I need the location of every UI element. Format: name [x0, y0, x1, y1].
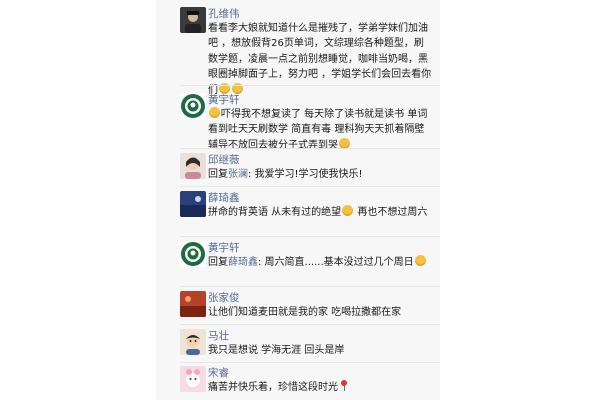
- comment-author[interactable]: 马壮: [208, 329, 229, 343]
- comment-author[interactable]: 孔维伟: [208, 7, 240, 21]
- comment-text: 回复张澜: 我爱学习!学习使我快乐!: [208, 167, 433, 182]
- comment-text: 吓得我不想复读了 每天除了读书就是读书 单词看到吐天天刷数学 简直有毒 理科狗天…: [208, 107, 433, 153]
- comment-body: : 我爱学习!学习使我快乐!: [248, 169, 363, 180]
- comment-body: 吓得我不想复读了 每天除了读书就是读书 单词看到吐天天刷数学 简直有毒 理科狗天…: [208, 109, 428, 151]
- comments-panel: 孔维伟 看看李大娘就知道什么是摧残了，学弟学妹们加油吧 ，想放假背26页单词，文…: [156, 0, 440, 400]
- comment-text: 看看李大娘就知道什么是摧残了，学弟学妹们加油吧 ，想放假背26页单词，文综理综各…: [208, 21, 433, 98]
- comment-text: 回复薛琦鑫: 周六简直......基本没过过几个周日: [208, 255, 433, 270]
- avatar[interactable]: [180, 191, 206, 217]
- avatar[interactable]: [180, 7, 206, 33]
- comment-author[interactable]: 邱继薇: [208, 153, 240, 167]
- avatar-cartoon-icon: [180, 329, 206, 355]
- reply-prefix: 回复: [208, 257, 228, 268]
- divider: [180, 362, 440, 363]
- avatar[interactable]: [180, 153, 206, 179]
- comment-text: 痛苦并快乐着，珍惜这段时光: [208, 380, 433, 395]
- divider: [180, 286, 440, 287]
- comment-body-end: 再也不想过周六: [354, 207, 428, 218]
- comment-item: 薛琦鑫 拼命的背英语 从未有过的绝望 再也不想过周六: [156, 191, 440, 237]
- avatar[interactable]: [180, 291, 206, 317]
- red-field-icon: [180, 291, 206, 317]
- divider: [180, 85, 440, 86]
- comment-item: 宋睿 痛苦并快乐着，珍惜这段时光: [156, 366, 440, 400]
- avatar[interactable]: [180, 241, 206, 267]
- comment-item: 孔维伟 看看李大娘就知道什么是摧残了，学弟学妹们加油吧 ，想放假背26页单词，文…: [156, 7, 440, 96]
- comment-text: 我只是想说 学海无涯 回头是岸: [208, 343, 433, 358]
- comment-item: 马壮 我只是想说 学海无涯 回头是岸: [156, 329, 440, 363]
- divider: [180, 186, 440, 187]
- reply-target[interactable]: 薛琦鑫: [228, 257, 258, 268]
- divider: [180, 148, 440, 149]
- avatar-person-dark-icon: [180, 7, 206, 33]
- starbucks-logo-icon: [180, 93, 206, 119]
- comment-item: 邱继薇 回复张澜: 我爱学习!学习使我快乐!: [156, 153, 440, 187]
- avatar[interactable]: [180, 329, 206, 355]
- avatar-girl-icon: [180, 153, 206, 179]
- comment-item: 黄宇轩 吓得我不想复读了 每天除了读书就是读书 单词看到吐天天刷数学 简直有毒 …: [156, 93, 440, 151]
- comment-body: 让他们知道麦田就是我的家 吃喝拉撒都在家: [208, 307, 402, 318]
- divider: [180, 236, 440, 237]
- comment-author[interactable]: 宋睿: [208, 366, 229, 380]
- pink-cartoon-icon: [180, 366, 206, 392]
- comment-text: 让他们知道麦田就是我的家 吃喝拉撒都在家: [208, 305, 433, 320]
- comment-author[interactable]: 薛琦鑫: [208, 191, 240, 205]
- avatar[interactable]: [180, 366, 206, 392]
- blue-scene-icon: [180, 191, 206, 217]
- comment-body-start: 拼命的背英语 从未有过的绝望: [208, 207, 342, 218]
- comment-body: 我只是想说 学海无涯 回头是岸: [208, 345, 345, 356]
- avatar[interactable]: [180, 93, 206, 119]
- comment-item: 黄宇轩 回复薛琦鑫: 周六简直......基本没过过几个周日: [156, 241, 440, 287]
- reply-target[interactable]: 张澜: [228, 169, 248, 180]
- comment-author[interactable]: 黄宇轩: [208, 93, 240, 107]
- comment-body: 痛苦并快乐着，珍惜这段时光: [208, 382, 338, 393]
- divider: [180, 324, 440, 325]
- laugh-emoji-icon: [209, 107, 220, 118]
- rose-emoji-icon: [339, 380, 349, 391]
- reply-prefix: 回复: [208, 169, 228, 180]
- comment-body: : 周六简直......基本没过过几个周日: [258, 257, 414, 268]
- comment-author[interactable]: 黄宇轩: [208, 241, 240, 255]
- laugh-emoji-icon: [342, 205, 354, 216]
- comment-item: 张家俊 让他们知道麦田就是我的家 吃喝拉撒都在家: [156, 291, 440, 325]
- starbucks-logo-icon: [180, 241, 206, 267]
- comment-author[interactable]: 张家俊: [208, 291, 240, 305]
- comment-text: 拼命的背英语 从未有过的绝望 再也不想过周六: [208, 205, 433, 220]
- laugh-emoji-icon: [414, 255, 426, 266]
- screen: 孔维伟 看看李大娘就知道什么是摧残了，学弟学妹们加油吧 ，想放假背26页单词，文…: [0, 0, 600, 400]
